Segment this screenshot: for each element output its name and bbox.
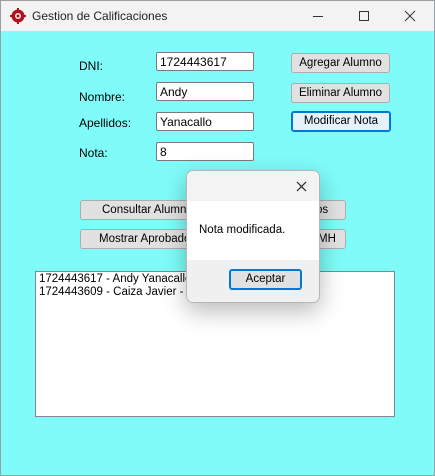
- close-button[interactable]: [387, 1, 433, 31]
- minimize-icon: [313, 16, 323, 17]
- dialog-footer: Aceptar: [187, 260, 319, 302]
- partially-hidden-button-label: MH: [318, 233, 336, 245]
- nota-label: Nota:: [79, 146, 108, 160]
- close-icon: [404, 10, 416, 22]
- dni-label: DNI:: [79, 59, 103, 73]
- dialog-close-button[interactable]: [291, 177, 311, 195]
- aceptar-button[interactable]: Aceptar: [229, 269, 302, 290]
- maximize-icon: [359, 11, 369, 21]
- close-icon: [296, 181, 307, 192]
- dialog-title-bar[interactable]: [187, 171, 319, 201]
- agregar-alumno-button[interactable]: Agregar Alumno: [291, 53, 390, 73]
- nombre-field[interactable]: [156, 82, 254, 101]
- modificar-nota-button[interactable]: Modificar Nota: [291, 111, 391, 132]
- mostrar-aprobados-label: Mostrar Aprobados: [99, 233, 197, 245]
- apellidos-field[interactable]: [156, 112, 254, 131]
- minimize-button[interactable]: [295, 1, 341, 31]
- nota-field[interactable]: [156, 142, 254, 161]
- dialog-body: Nota modificada.: [187, 201, 319, 260]
- consultar-alumno-label: Consultar Alumno: [102, 204, 193, 216]
- window-title: Gestion de Calificaciones: [32, 9, 168, 23]
- eliminar-alumno-button[interactable]: Eliminar Alumno: [291, 83, 390, 103]
- apellidos-label: Apellidos:: [79, 116, 132, 130]
- message-dialog: Nota modificada. Aceptar: [186, 170, 320, 303]
- app-gear-icon: [10, 8, 26, 24]
- title-bar[interactable]: Gestion de Calificaciones: [1, 1, 434, 31]
- maximize-button[interactable]: [341, 1, 387, 31]
- dialog-message: Nota modificada.: [199, 224, 286, 236]
- dni-field[interactable]: [156, 52, 254, 71]
- nombre-label: Nombre:: [79, 90, 126, 104]
